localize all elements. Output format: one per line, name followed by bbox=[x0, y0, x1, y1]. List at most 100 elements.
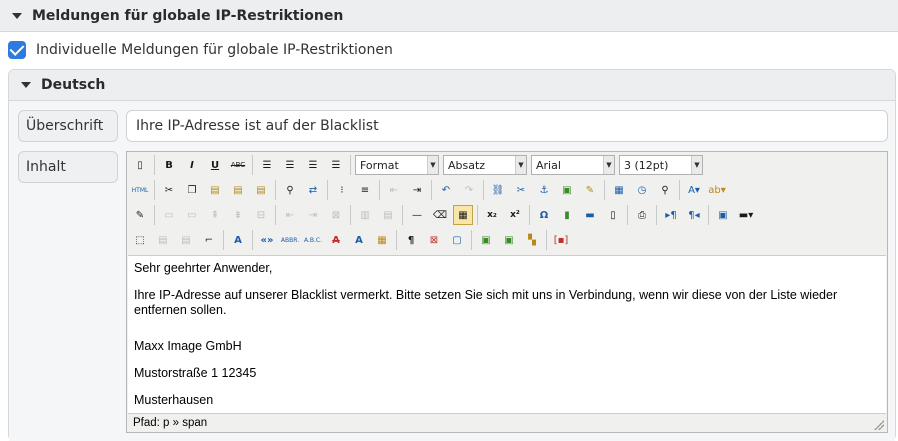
paste-word-icon[interactable]: ▤ bbox=[251, 180, 271, 200]
insert-layer-icon[interactable]: ⬚ bbox=[130, 230, 150, 250]
media-icon[interactable]: ▮ bbox=[557, 205, 577, 225]
redo-icon[interactable]: ↷ bbox=[459, 180, 479, 200]
copy-icon[interactable]: ❐ bbox=[182, 180, 202, 200]
collapse-triangle-icon[interactable] bbox=[12, 12, 22, 19]
table-icon[interactable]: ▦ bbox=[453, 205, 473, 225]
rtl-icon[interactable]: ¶◂ bbox=[684, 205, 704, 225]
remove-format-icon[interactable]: ⌫ bbox=[430, 205, 450, 225]
unlink-icon[interactable]: ✂ bbox=[511, 180, 531, 200]
section-header[interactable]: Meldungen für globale IP-Restriktionen bbox=[0, 0, 898, 32]
content-paragraph[interactable]: Ihre IP-Adresse auf unserer Blacklist ve… bbox=[134, 288, 880, 318]
insert-line-icon[interactable]: ▬ bbox=[580, 205, 600, 225]
file-manager-icon[interactable]: ▣ bbox=[499, 230, 519, 250]
visual-chars-button[interactable]: ¶ bbox=[401, 230, 421, 250]
styles-icon[interactable]: A bbox=[228, 230, 248, 250]
collapse-triangle-icon[interactable] bbox=[21, 82, 31, 88]
content-paragraph[interactable]: Maxx Image GmbH bbox=[134, 339, 880, 354]
page-break-icon[interactable]: ▯ bbox=[603, 205, 623, 225]
delete-row-icon[interactable]: ⊟ bbox=[251, 205, 271, 225]
font-select[interactable]: Arial ▼ bbox=[531, 155, 615, 175]
outdent-icon[interactable]: ⇤ bbox=[384, 180, 404, 200]
nonbreaking-icon[interactable]: ⊠ bbox=[424, 230, 444, 250]
delete-col-icon[interactable]: ⊠ bbox=[326, 205, 346, 225]
insert-row-before-icon[interactable]: ⇞ bbox=[205, 205, 225, 225]
resize-handle-icon[interactable] bbox=[874, 420, 884, 430]
cite-button[interactable]: «» bbox=[257, 230, 277, 250]
html-source-button[interactable]: HTML bbox=[130, 180, 150, 200]
insert-date-icon[interactable]: ▦ bbox=[609, 180, 629, 200]
paste-text-icon[interactable]: ▤ bbox=[228, 180, 248, 200]
replace-icon[interactable]: ⇄ bbox=[303, 180, 323, 200]
highlight-color-icon[interactable]: ab▾ bbox=[707, 180, 727, 200]
chevron-down-icon[interactable]: ▼ bbox=[515, 156, 526, 174]
horizontal-rule-icon[interactable]: — bbox=[407, 205, 427, 225]
insert-col-after-icon[interactable]: ⇥ bbox=[303, 205, 323, 225]
fullscreen-icon[interactable]: ▣ bbox=[713, 205, 733, 225]
subscript-button[interactable]: x₂ bbox=[482, 205, 502, 225]
block-select[interactable]: Absatz ▼ bbox=[443, 155, 527, 175]
bold-button[interactable]: B bbox=[159, 155, 179, 175]
align-right-icon[interactable]: ☰ bbox=[303, 155, 323, 175]
italic-button[interactable]: I bbox=[182, 155, 202, 175]
insert-row-after-icon[interactable]: ⇟ bbox=[228, 205, 248, 225]
paste-icon[interactable]: ▤ bbox=[205, 180, 225, 200]
content-paragraph[interactable]: Musterhausen bbox=[134, 393, 880, 408]
format-select[interactable]: Format ▼ bbox=[355, 155, 439, 175]
blockquote-icon[interactable]: ▢ bbox=[447, 230, 467, 250]
individual-messages-row[interactable]: Individuelle Meldungen für globale IP-Re… bbox=[8, 38, 393, 62]
undo-icon[interactable]: ↶ bbox=[436, 180, 456, 200]
split-cells-icon[interactable]: ▥ bbox=[355, 205, 375, 225]
abbreviation-button[interactable]: ABBR. bbox=[280, 230, 300, 250]
insert-time-icon[interactable]: ◷ bbox=[632, 180, 652, 200]
image-manager-icon[interactable]: ▣ bbox=[476, 230, 496, 250]
move-forward-icon[interactable]: ▤ bbox=[153, 230, 173, 250]
table-row-props-icon[interactable]: ▭ bbox=[159, 205, 179, 225]
media-manager-icon[interactable]: ▚ bbox=[522, 230, 542, 250]
align-left-icon[interactable]: ☰ bbox=[257, 155, 277, 175]
content-paragraph[interactable]: Mustorstraße 1 12345 bbox=[134, 366, 880, 381]
insertion-icon[interactable]: A bbox=[349, 230, 369, 250]
anchor-icon[interactable]: ⚓ bbox=[534, 180, 554, 200]
print-icon[interactable]: ⎙ bbox=[632, 205, 652, 225]
heading-input[interactable]: Ihre IP-Adresse ist auf der Blacklist bbox=[126, 110, 888, 142]
absolute-position-icon[interactable]: ⌐ bbox=[199, 230, 219, 250]
text-color-icon[interactable]: A▾ bbox=[684, 180, 704, 200]
editor-content[interactable]: Sehr geehrter Anwender, Ihre IP-Adresse … bbox=[128, 255, 886, 413]
cleanup-icon[interactable]: ✎ bbox=[580, 180, 600, 200]
language-header[interactable]: Deutsch bbox=[9, 70, 895, 101]
ltr-icon[interactable]: ▸¶ bbox=[661, 205, 681, 225]
new-document-icon[interactable]: ▯ bbox=[130, 155, 150, 175]
align-justify-icon[interactable]: ☰ bbox=[326, 155, 346, 175]
find-icon[interactable]: ⚲ bbox=[280, 180, 300, 200]
element-path[interactable]: Pfad: p » span bbox=[133, 417, 207, 429]
content-paragraph[interactable]: Sehr geehrter Anwender, bbox=[134, 261, 880, 276]
strikethrough-button[interactable]: ABC bbox=[228, 155, 248, 175]
numbered-list-icon[interactable]: ≡ bbox=[355, 180, 375, 200]
chevron-down-icon[interactable]: ▼ bbox=[691, 156, 702, 174]
special-char-button[interactable]: Ω bbox=[534, 205, 554, 225]
insert-col-before-icon[interactable]: ⇤ bbox=[280, 205, 300, 225]
preview-icon[interactable]: ⚲ bbox=[655, 180, 675, 200]
superscript-button[interactable]: x² bbox=[505, 205, 525, 225]
table-cell-props-icon[interactable]: ▭ bbox=[182, 205, 202, 225]
underline-button[interactable]: U bbox=[205, 155, 225, 175]
chevron-down-icon[interactable]: ▼ bbox=[603, 156, 614, 174]
deletion-icon[interactable]: A bbox=[326, 230, 346, 250]
edit-css-icon[interactable]: ✎ bbox=[130, 205, 150, 225]
attributes-icon[interactable]: ▦ bbox=[372, 230, 392, 250]
pagebreak-icon[interactable]: [▪] bbox=[551, 230, 571, 250]
align-center-icon[interactable]: ☰ bbox=[280, 155, 300, 175]
image-icon[interactable]: ▣ bbox=[557, 180, 577, 200]
merge-cells-icon[interactable]: ▤ bbox=[378, 205, 398, 225]
indent-icon[interactable]: ⇥ bbox=[407, 180, 427, 200]
chevron-down-icon[interactable]: ▼ bbox=[427, 156, 438, 174]
individual-messages-label[interactable]: Individuelle Meldungen für globale IP-Re… bbox=[36, 42, 393, 58]
template-icon[interactable]: ▬▾ bbox=[736, 205, 756, 225]
size-select[interactable]: 3 (12pt) ▼ bbox=[619, 155, 703, 175]
individual-messages-checkbox[interactable] bbox=[8, 41, 26, 59]
acronym-button[interactable]: A.B.C. bbox=[303, 230, 323, 250]
cut-icon[interactable]: ✂ bbox=[159, 180, 179, 200]
move-backward-icon[interactable]: ▤ bbox=[176, 230, 196, 250]
bullet-list-icon[interactable]: ⁝ bbox=[332, 180, 352, 200]
link-icon[interactable]: ⛓ bbox=[488, 180, 508, 200]
